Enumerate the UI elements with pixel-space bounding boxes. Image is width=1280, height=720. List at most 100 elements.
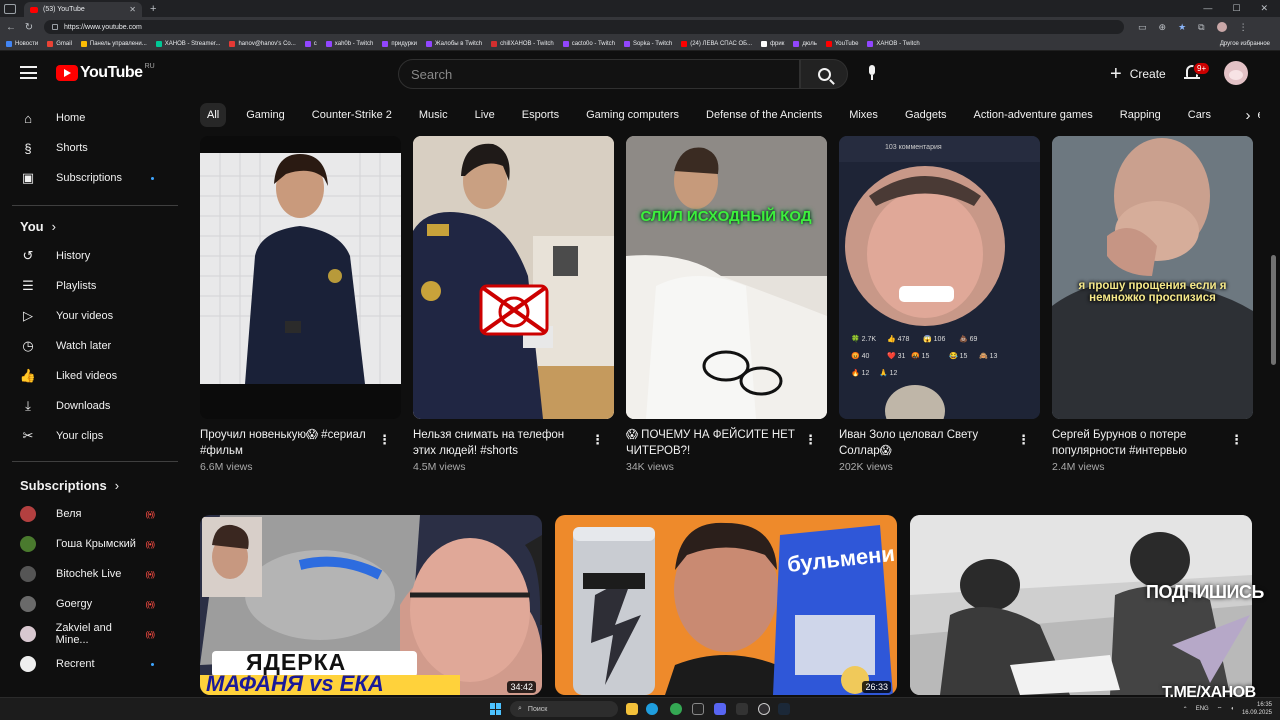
reload-icon[interactable]: ↻ <box>22 22 36 33</box>
short-thumbnail[interactable]: я прошу прощения если я немножко проспиз… <box>1052 136 1253 419</box>
language-indicator[interactable]: ENG <box>1196 706 1209 712</box>
close-window-icon[interactable]: ✕ <box>1260 3 1268 14</box>
bookmark-item[interactable]: YouTube <box>825 40 858 47</box>
bookmark-item[interactable]: Новости <box>6 40 38 47</box>
short-thumbnail[interactable] <box>200 136 401 419</box>
sidebar-item-history[interactable]: ↺ History <box>12 241 178 271</box>
short-card[interactable]: 🍀 2.7K 👍 478 😱 106 💩 69 😡 40 ❤️ 31 🤬 15 😂 15 🙈 … <box>839 136 1040 473</box>
voice-search-icon[interactable] <box>862 65 882 85</box>
back-icon[interactable]: ← <box>4 22 18 33</box>
steam-icon[interactable] <box>778 703 790 715</box>
app-icon[interactable] <box>692 703 704 715</box>
video-thumbnail[interactable]: бульмени 26:33 <box>555 515 897 695</box>
sidebar-item-playlists[interactable]: ☰ Playlists <box>12 271 178 301</box>
bookmark-item[interactable]: Жалобы в Twitch <box>426 40 482 47</box>
bookmark-item[interactable]: (24) ЛЕВА СПАС ОБ... <box>681 40 752 47</box>
menu-dots-icon[interactable]: ⋮ <box>1239 22 1248 33</box>
filter-chip[interactable]: Cars <box>1181 103 1218 127</box>
short-title[interactable]: Нельзя снимать на телефон этих людей! #s… <box>413 427 589 459</box>
filter-chip[interactable]: Mixes <box>842 103 885 127</box>
more-actions-icon[interactable]: ⋮ <box>378 432 391 448</box>
video-thumbnail[interactable] <box>910 515 1252 695</box>
create-button[interactable]: + Create <box>1100 59 1176 89</box>
filter-chip[interactable]: Live <box>468 103 502 127</box>
search-input[interactable] <box>411 66 799 82</box>
page-scrollbar[interactable] <box>1271 255 1276 365</box>
filter-chip[interactable]: Gadgets <box>898 103 954 127</box>
sidebar-item-channel[interactable]: Веля ((•)) <box>12 499 178 529</box>
short-title[interactable]: Проучил новенькую😱 #сериал #фильм <box>200 427 376 459</box>
sidebar-heading-you[interactable]: You › <box>20 219 56 234</box>
filter-chip[interactable]: Gaming <box>239 103 292 127</box>
cast-icon[interactable]: ▭ <box>1138 22 1147 33</box>
bookmark-item[interactable]: фрик <box>761 40 784 47</box>
bookmark-item[interactable]: Gmail <box>47 40 72 47</box>
sidebar-item-home[interactable]: ⌂ Home <box>12 103 178 133</box>
short-thumbnail[interactable]: 🍀 2.7K 👍 478 😱 106 💩 69 😡 40 ❤️ 31 🤬 15 😂 15 🙈 … <box>839 136 1040 419</box>
filter-chip[interactable]: Counter-Strike 2 <box>305 103 399 127</box>
edge-icon[interactable] <box>646 703 658 715</box>
sidebar-item-channel[interactable]: Zakviel and Mine... ((•)) <box>12 619 178 649</box>
sidebar-heading-subscriptions[interactable]: Subscriptions › <box>20 478 119 493</box>
tray-chevron-icon[interactable]: ⌃ <box>1183 706 1188 713</box>
tab-close-icon[interactable]: ✕ <box>129 5 136 14</box>
other-bookmarks[interactable]: Другое избранное <box>1220 41 1270 47</box>
sidebar-item-channel[interactable]: Recrent <box>12 649 178 679</box>
sidebar-item-downloads[interactable]: ⤓ Downloads <box>12 391 178 421</box>
file-explorer-icon[interactable] <box>626 703 638 715</box>
bookmark-item[interactable]: hanov@hanov's Co... <box>229 40 296 47</box>
short-title[interactable]: Иван Золо целовал Свету Соллар😱 <box>839 427 1015 459</box>
chrome-icon[interactable] <box>670 703 682 715</box>
site-info-icon[interactable] <box>52 24 58 30</box>
tab-actions-icon[interactable] <box>4 3 16 14</box>
bookmark-item[interactable]: с <box>304 40 317 47</box>
short-card[interactable]: Нельзя снимать на телефон этих людей! #s… <box>413 136 614 473</box>
minimize-icon[interactable]: — <box>1203 3 1212 14</box>
bookmark-item[interactable]: cacto0o - Twitch <box>562 40 615 47</box>
filter-chip[interactable]: Action-adventure games <box>967 103 1100 127</box>
bookmark-item[interactable]: XAHOB - Twitch <box>867 40 920 47</box>
volume-icon[interactable]: ◖ <box>1230 706 1234 712</box>
bookmark-item[interactable]: XAHOB - Streamer... <box>155 40 220 47</box>
extensions-icon[interactable]: ⧉ <box>1198 22 1204 33</box>
bookmark-item[interactable]: Панель управлени... <box>80 40 147 47</box>
search-button[interactable] <box>800 59 848 89</box>
filter-chip[interactable]: Music <box>412 103 455 127</box>
new-tab-icon[interactable]: + <box>150 3 156 15</box>
short-thumbnail[interactable] <box>413 136 614 419</box>
account-avatar[interactable] <box>1224 61 1248 85</box>
sidebar-item-your-videos[interactable]: ▷ Your videos <box>12 301 178 331</box>
filter-chip[interactable]: Gaming computers <box>579 103 686 127</box>
video-thumbnail[interactable]: ЯДЕРКА МАФАНЯ vs ЕКА 34:42 <box>200 515 542 695</box>
chips-next-chevron-icon[interactable]: › <box>1238 102 1258 128</box>
sidebar-item-clips[interactable]: ✂ Your clips <box>12 421 178 451</box>
url-field[interactable]: https://www.youtube.com <box>44 20 1124 34</box>
bookmark-star-icon[interactable]: ★ <box>1178 22 1186 33</box>
sidebar-item-watch-later[interactable]: ◷ Watch later <box>12 331 178 361</box>
sidebar-item-liked-videos[interactable]: 👍 Liked videos <box>12 361 178 391</box>
sidebar-item-channel[interactable]: Bitochek Live ((•)) <box>12 559 178 589</box>
sidebar-item-channel[interactable]: Goergy ((•)) <box>12 589 178 619</box>
bookmark-item[interactable]: chillXAHOB - Twitch <box>491 40 554 47</box>
more-actions-icon[interactable]: ⋮ <box>1230 432 1243 448</box>
more-actions-icon[interactable]: ⋮ <box>591 432 604 448</box>
bookmark-item[interactable]: придурки <box>382 40 417 47</box>
clock[interactable]: 16:35 16.09.2025 <box>1242 701 1272 717</box>
windows-start-icon[interactable] <box>490 703 502 715</box>
short-card[interactable]: я прошу прощения если я немножко проспиз… <box>1052 136 1253 473</box>
short-card[interactable]: СЛИЛ ИСХОДНЫЙ КОД 😱 ПОЧЕМУ НА ФЕЙСИТЕ НЕ… <box>626 136 827 473</box>
guide-menu-icon[interactable] <box>20 66 37 79</box>
more-actions-icon[interactable]: ⋮ <box>804 432 817 448</box>
short-thumbnail[interactable]: СЛИЛ ИСХОДНЫЙ КОД <box>626 136 827 419</box>
filter-chip[interactable]: Esports <box>515 103 566 127</box>
maximize-icon[interactable]: ☐ <box>1232 3 1240 14</box>
network-icon[interactable]: ⌔ <box>1217 705 1223 713</box>
short-card[interactable]: Проучил новенькую😱 #сериал #фильм 6.6M v… <box>200 136 401 473</box>
profile-avatar-icon[interactable] <box>1216 22 1227 32</box>
filter-chip[interactable]: All <box>200 103 227 127</box>
bookmark-item[interactable]: дюль <box>793 40 817 47</box>
short-title[interactable]: 😱 ПОЧЕМУ НА ФЕЙСИТЕ НЕТ ЧИТЕРОВ?! <box>626 427 802 459</box>
sidebar-item-channel[interactable]: Гоша Крымский ((•)) <box>12 529 178 559</box>
taskbar-search[interactable]: ⌕ Поиск <box>510 701 618 717</box>
more-actions-icon[interactable]: ⋮ <box>1017 432 1030 448</box>
